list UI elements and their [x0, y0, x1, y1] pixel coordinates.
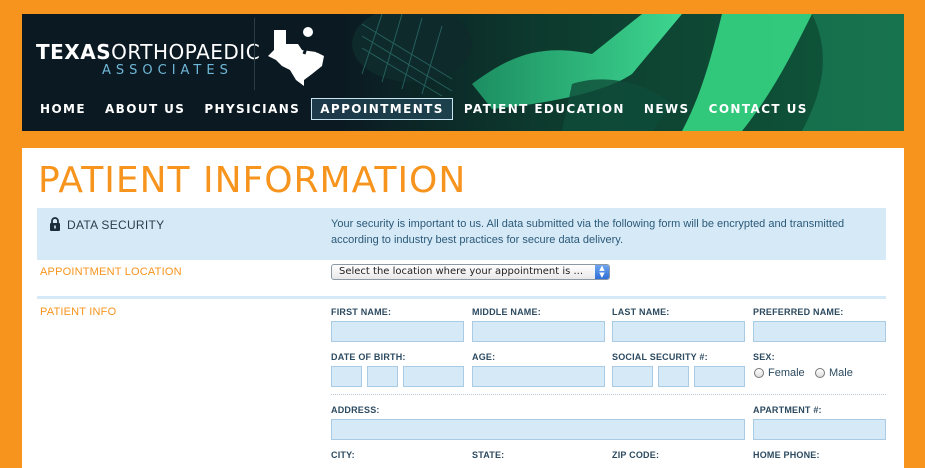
first-name-field[interactable]	[331, 321, 464, 342]
lock-icon	[50, 217, 60, 231]
logo-divider	[254, 18, 255, 90]
middle-name-field[interactable]	[472, 321, 605, 342]
apartment-label: APARTMENT #:	[753, 405, 822, 415]
page-title: PATIENT INFORMATION	[38, 160, 467, 201]
data-security-row: DATA SECURITY Your security is important…	[37, 208, 886, 260]
sex-female-radio[interactable]	[754, 368, 764, 378]
state-label: STATE:	[472, 450, 505, 460]
sex-label: SEX:	[753, 352, 775, 362]
dob-day-field[interactable]	[367, 366, 398, 387]
nav-contact-us[interactable]: CONTACT US	[701, 99, 816, 119]
first-name-label: FIRST NAME:	[331, 307, 392, 317]
appointment-location-select-value: Select the location where your appointme…	[339, 266, 584, 277]
main-nav: HOME ABOUT US PHYSICIANS APPOINTMENTS PA…	[32, 98, 819, 120]
preferred-name-field[interactable]	[753, 321, 886, 342]
sex-male-radio[interactable]	[815, 368, 825, 378]
dob-month-field[interactable]	[331, 366, 362, 387]
texas-figure-logo-icon[interactable]	[264, 20, 332, 86]
nav-news[interactable]: NEWS	[636, 99, 698, 119]
last-name-label: LAST NAME:	[612, 307, 670, 317]
apartment-field[interactable]	[753, 419, 886, 440]
row-divider	[331, 394, 886, 395]
form-panel: PATIENT INFORMATION DATA SECURITY Your s…	[22, 148, 904, 468]
city-label: CITY:	[331, 450, 355, 460]
zip-label: ZIP CODE:	[612, 450, 660, 460]
nav-patient-education[interactable]: PATIENT EDUCATION	[456, 99, 633, 119]
address-label: ADDRESS:	[331, 405, 380, 415]
data-security-label: DATA SECURITY	[67, 218, 165, 232]
ssn-label: SOCIAL SECURITY #:	[612, 352, 708, 362]
brand-name-bold: TEXAS	[36, 40, 112, 64]
home-phone-label: HOME PHONE:	[753, 450, 820, 460]
nav-home[interactable]: HOME	[32, 99, 94, 119]
age-label: AGE:	[472, 352, 496, 362]
dob-label: DATE OF BIRTH:	[331, 352, 406, 362]
sex-male-label: Male	[829, 367, 853, 379]
ssn-part1-field[interactable]	[612, 366, 653, 387]
data-security-text: Your security is important to us. All da…	[331, 218, 845, 246]
ssn-part3-field[interactable]	[694, 366, 745, 387]
patient-info-label: PATIENT INFO	[40, 306, 117, 318]
last-name-field[interactable]	[612, 321, 745, 342]
ssn-part2-field[interactable]	[658, 366, 689, 387]
middle-name-label: MIDDLE NAME:	[472, 307, 541, 317]
section-divider	[37, 296, 886, 299]
appointment-location-select[interactable]: Select the location where your appointme…	[331, 264, 610, 280]
brand-name-rest: ORTHOPAEDIC	[111, 40, 261, 64]
brand-name: TEXASORTHOPAEDIC	[36, 40, 260, 64]
dob-year-field[interactable]	[403, 366, 464, 387]
nav-about-us[interactable]: ABOUT US	[97, 99, 193, 119]
sex-female-label: Female	[768, 367, 805, 379]
nav-physicians[interactable]: PHYSICIANS	[196, 99, 308, 119]
address-field[interactable]	[331, 419, 745, 440]
brand-subtitle: ASSOCIATES	[102, 63, 233, 78]
site-header: TEXASORTHOPAEDIC ASSOCIATES HOME ABOUT U…	[22, 14, 904, 131]
nav-appointments[interactable]: APPOINTMENTS	[311, 98, 453, 120]
select-stepper-icon: ▲ ▼	[595, 265, 609, 279]
age-field[interactable]	[472, 366, 605, 387]
appointment-location-label: APPOINTMENT LOCATION	[40, 266, 182, 278]
preferred-name-label: PREFERRED NAME:	[753, 307, 844, 317]
